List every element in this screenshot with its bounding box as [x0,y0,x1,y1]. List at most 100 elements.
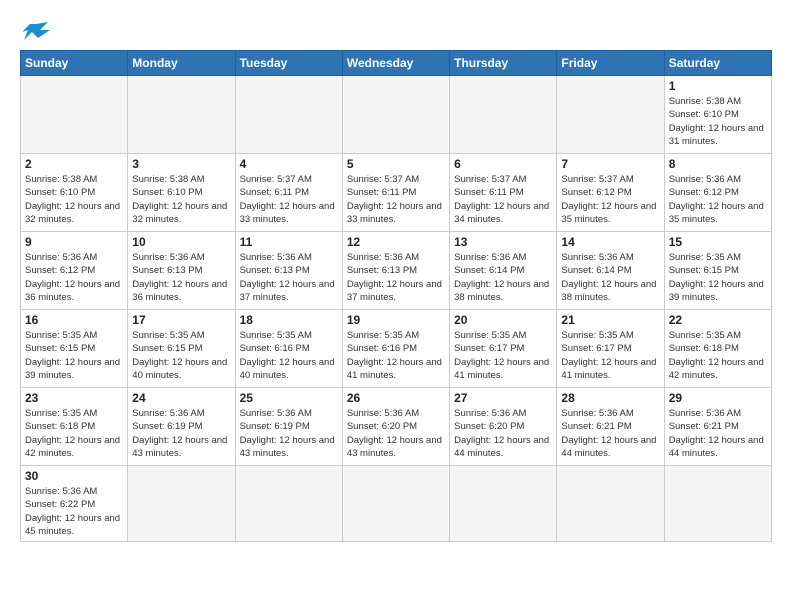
calendar-cell: 20Sunrise: 5:35 AMSunset: 6:17 PMDayligh… [450,310,557,388]
day-number: 2 [25,157,123,171]
calendar-cell [128,76,235,154]
day-info: Sunrise: 5:36 AMSunset: 6:20 PMDaylight:… [347,407,445,460]
calendar-cell: 7 Sunrise: 5:37 AMSunset: 6:12 PMDaylight… [557,154,664,232]
calendar-cell: 25 Sunrise: 5:36 AMSunset: 6:19 PMDayligh… [235,388,342,466]
day-number: 19 [347,313,445,327]
calendar-cell: 27 Sunrise: 5:36 AMSunset: 6:20 PMDayligh… [450,388,557,466]
day-number: 22 [669,313,767,327]
week-row: 16Sunrise: 5:35 AMSunset: 6:15 PMDayligh… [21,310,772,388]
day-info: Sunrise: 5:36 AMSunset: 6:13 PMDaylight:… [347,251,445,304]
day-info: Sunrise: 5:37 AMSunset: 6:12 PMDaylight:… [561,173,659,226]
calendar-cell: 4 Sunrise: 5:37 AMSunset: 6:11 PMDaylight… [235,154,342,232]
day-number: 29 [669,391,767,405]
calendar-cell [128,466,235,542]
day-number: 18 [240,313,338,327]
calendar-cell: 30 Sunrise: 5:36 AMSunset: 6:22 PMDayligh… [21,466,128,542]
day-info: Sunrise: 5:35 AMSunset: 6:17 PMDaylight:… [561,329,659,382]
calendar-cell [557,76,664,154]
day-number: 26 [347,391,445,405]
day-info: Sunrise: 5:35 AMSunset: 6:16 PMDaylight:… [240,329,338,382]
day-number: 13 [454,235,552,249]
day-number: 30 [25,469,123,483]
calendar-cell: 18 Sunrise: 5:35 AMSunset: 6:16 PMDayligh… [235,310,342,388]
calendar-cell: 6Sunrise: 5:37 AMSunset: 6:11 PMDaylight… [450,154,557,232]
day-info: Sunrise: 5:35 AMSunset: 6:18 PMDaylight:… [25,407,123,460]
calendar-cell [557,466,664,542]
day-info: Sunrise: 5:36 AMSunset: 6:13 PMDaylight:… [240,251,338,304]
header-cell-tuesday: Tuesday [235,51,342,76]
calendar-cell: 29 Sunrise: 5:36 AMSunset: 6:21 PMDayligh… [664,388,771,466]
day-info: Sunrise: 5:37 AMSunset: 6:11 PMDaylight:… [240,173,338,226]
day-info: Sunrise: 5:35 AMSunset: 6:15 PMDaylight:… [25,329,123,382]
day-info: Sunrise: 5:36 AMSunset: 6:21 PMDaylight:… [669,407,767,460]
calendar-cell: 22 Sunrise: 5:35 AMSunset: 6:18 PMDayligh… [664,310,771,388]
week-row: 9 Sunrise: 5:36 AMSunset: 6:12 PMDaylight… [21,232,772,310]
calendar-cell: 10 Sunrise: 5:36 AMSunset: 6:13 PMDayligh… [128,232,235,310]
day-info: Sunrise: 5:35 AMSunset: 6:18 PMDaylight:… [669,329,767,382]
calendar-cell: 5Sunrise: 5:37 AMSunset: 6:11 PMDaylight… [342,154,449,232]
day-info: Sunrise: 5:38 AMSunset: 6:10 PMDaylight:… [25,173,123,226]
day-number: 7 [561,157,659,171]
calendar-cell: 1Sunrise: 5:38 AMSunset: 6:10 PMDaylight… [664,76,771,154]
header-cell-thursday: Thursday [450,51,557,76]
calendar-cell: 21 Sunrise: 5:35 AMSunset: 6:17 PMDayligh… [557,310,664,388]
day-number: 15 [669,235,767,249]
calendar-cell [235,76,342,154]
day-info: Sunrise: 5:35 AMSunset: 6:15 PMDaylight:… [132,329,230,382]
day-number: 27 [454,391,552,405]
week-row: 2 Sunrise: 5:38 AMSunset: 6:10 PMDaylight… [21,154,772,232]
logo [20,16,50,42]
header-cell-friday: Friday [557,51,664,76]
day-number: 12 [347,235,445,249]
calendar-cell: 3Sunrise: 5:38 AMSunset: 6:10 PMDaylight… [128,154,235,232]
calendar-cell: 16Sunrise: 5:35 AMSunset: 6:15 PMDayligh… [21,310,128,388]
day-number: 23 [25,391,123,405]
calendar-cell [450,466,557,542]
calendar-cell: 9 Sunrise: 5:36 AMSunset: 6:12 PMDaylight… [21,232,128,310]
calendar-cell: 2 Sunrise: 5:38 AMSunset: 6:10 PMDaylight… [21,154,128,232]
day-info: Sunrise: 5:35 AMSunset: 6:15 PMDaylight:… [669,251,767,304]
day-info: Sunrise: 5:36 AMSunset: 6:21 PMDaylight:… [561,407,659,460]
day-info: Sunrise: 5:36 AMSunset: 6:13 PMDaylight:… [132,251,230,304]
calendar-cell: 14 Sunrise: 5:36 AMSunset: 6:14 PMDayligh… [557,232,664,310]
day-info: Sunrise: 5:35 AMSunset: 6:17 PMDaylight:… [454,329,552,382]
day-number: 4 [240,157,338,171]
day-number: 9 [25,235,123,249]
day-number: 21 [561,313,659,327]
day-info: Sunrise: 5:36 AMSunset: 6:19 PMDaylight:… [132,407,230,460]
day-info: Sunrise: 5:36 AMSunset: 6:22 PMDaylight:… [25,485,123,538]
calendar-header: SundayMondayTuesdayWednesdayThursdayFrid… [21,51,772,76]
day-number: 10 [132,235,230,249]
calendar-cell: 23 Sunrise: 5:35 AMSunset: 6:18 PMDayligh… [21,388,128,466]
day-info: Sunrise: 5:36 AMSunset: 6:20 PMDaylight:… [454,407,552,460]
calendar-cell: 19 Sunrise: 5:35 AMSunset: 6:16 PMDayligh… [342,310,449,388]
calendar-cell: 26 Sunrise: 5:36 AMSunset: 6:20 PMDayligh… [342,388,449,466]
calendar-cell: 8Sunrise: 5:36 AMSunset: 6:12 PMDaylight… [664,154,771,232]
day-number: 11 [240,235,338,249]
week-row: 23 Sunrise: 5:35 AMSunset: 6:18 PMDayligh… [21,388,772,466]
calendar-cell: 12 Sunrise: 5:36 AMSunset: 6:13 PMDayligh… [342,232,449,310]
day-number: 17 [132,313,230,327]
logo-bird-icon [22,20,50,42]
day-info: Sunrise: 5:36 AMSunset: 6:14 PMDaylight:… [454,251,552,304]
calendar-cell: 28Sunrise: 5:36 AMSunset: 6:21 PMDayligh… [557,388,664,466]
calendar-cell [342,466,449,542]
calendar-cell: 11 Sunrise: 5:36 AMSunset: 6:13 PMDayligh… [235,232,342,310]
day-number: 25 [240,391,338,405]
header-cell-monday: Monday [128,51,235,76]
day-info: Sunrise: 5:36 AMSunset: 6:14 PMDaylight:… [561,251,659,304]
week-row: 1Sunrise: 5:38 AMSunset: 6:10 PMDaylight… [21,76,772,154]
day-info: Sunrise: 5:36 AMSunset: 6:12 PMDaylight:… [25,251,123,304]
header-row: SundayMondayTuesdayWednesdayThursdayFrid… [21,51,772,76]
day-number: 1 [669,79,767,93]
calendar-table: SundayMondayTuesdayWednesdayThursdayFrid… [20,50,772,542]
calendar-cell [342,76,449,154]
day-number: 24 [132,391,230,405]
day-number: 8 [669,157,767,171]
day-info: Sunrise: 5:36 AMSunset: 6:19 PMDaylight:… [240,407,338,460]
day-number: 14 [561,235,659,249]
calendar-body: 1 Sunrise: 5:38 AMSunset: 6:10 PMDaylight… [21,76,772,542]
calendar-cell: 15 Sunrise: 5:35 AMSunset: 6:15 PMDayligh… [664,232,771,310]
day-info: Sunrise: 5:35 AMSunset: 6:16 PMDaylight:… [347,329,445,382]
day-number: 5 [347,157,445,171]
